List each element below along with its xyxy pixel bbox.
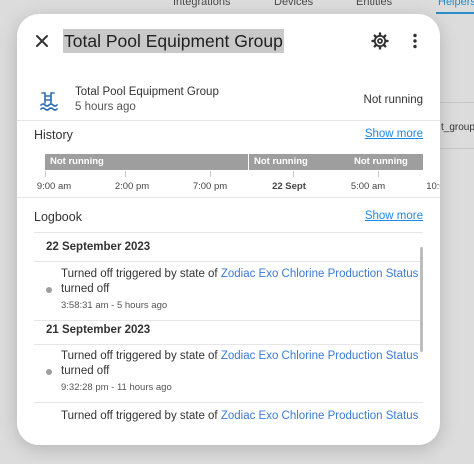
more-info-dialog: Total Pool Equipment Group Total Pool Eq… (17, 14, 440, 445)
tab-helpers[interactable]: Helpers (438, 0, 474, 8)
logbook-entry-time: 3:58:31 am - 5 hours ago (61, 300, 168, 311)
pool-icon (39, 90, 59, 112)
tab-entities[interactable]: Entities (356, 0, 392, 8)
logbook-divider (34, 344, 423, 345)
logbook-date-header: 22 September 2023 (46, 241, 151, 253)
axis-label: 5:00 am (350, 181, 386, 192)
logbook-show-more-link[interactable]: Show more (365, 210, 423, 222)
logbook-entity-link[interactable]: Zodiac Exo Chlorine Production Status (221, 410, 419, 422)
logbook-entry-suffix: turned off (61, 365, 110, 377)
background-tabs: Integrations Devices Entities Helpers (0, 0, 474, 14)
axis-tick (210, 171, 211, 177)
axis-label: 9:00 am (36, 181, 72, 192)
logbook-divider (34, 261, 423, 262)
logbook-divider (34, 320, 423, 321)
axis-tick (125, 171, 126, 177)
background-divider (440, 148, 474, 149)
axis-label: 7:00 pm (192, 181, 228, 192)
axis-tick (45, 171, 46, 177)
logbook-scrollbar[interactable] (420, 247, 423, 352)
logbook-divider (34, 232, 423, 233)
timeline-segment[interactable]: Not running (249, 154, 349, 170)
logbook-entity-link[interactable]: Zodiac Exo Chlorine Production Status (221, 350, 419, 362)
background-row-text[interactable]: t_group (441, 122, 474, 133)
entity-last-changed: 5 hours ago (75, 101, 136, 113)
entity-name: Total Pool Equipment Group (75, 86, 219, 98)
logbook-title: Logbook (34, 210, 82, 224)
history-title: History (34, 128, 73, 142)
logbook-date-header: 21 September 2023 (46, 324, 151, 336)
section-divider (17, 197, 440, 198)
logbook-entry-suffix: turned off (61, 283, 110, 295)
section-divider (17, 120, 440, 121)
logbook-entry-message: Turned off triggered by state of Zodiac … (61, 410, 419, 422)
tab-underline (436, 12, 474, 14)
gear-icon[interactable] (370, 31, 390, 51)
entity-state: Not running (363, 94, 423, 106)
timeline-segment[interactable]: Not running (349, 154, 423, 170)
entity-row[interactable]: Total Pool Equipment Group 5 hours ago N… (17, 84, 440, 120)
logbook-entry-message: Turned off triggered by state of Zodiac … (61, 350, 419, 362)
close-icon[interactable] (33, 32, 51, 50)
logbook-entity-link[interactable]: Zodiac Exo Chlorine Production Status (221, 268, 419, 280)
tab-integrations[interactable]: Integrations (173, 0, 230, 8)
dialog-title: Total Pool Equipment Group (63, 29, 284, 53)
logbook-entry-dot (46, 369, 52, 375)
logbook-entry-dot (46, 287, 52, 293)
logbook-list[interactable]: 22 September 2023 Turned off triggered b… (17, 232, 440, 445)
axis-label: 22 Sept (272, 181, 306, 192)
logbook-entry-message: Turned off triggered by state of Zodiac … (61, 268, 419, 280)
more-vertical-icon[interactable] (405, 31, 425, 51)
axis-tick (293, 171, 294, 177)
axis-tick (378, 171, 379, 177)
timeline-segment[interactable]: Not running (45, 154, 248, 170)
timeline-axis (45, 171, 423, 179)
logbook-divider (34, 402, 423, 403)
axis-label: 2:00 pm (114, 181, 150, 192)
history-show-more-link[interactable]: Show more (365, 128, 423, 140)
logbook-entry-time: 9:32:28 pm - 11 hours ago (61, 382, 172, 393)
axis-label: 10:00 am (426, 181, 440, 192)
tab-devices[interactable]: Devices (274, 0, 313, 8)
dialog-header: Total Pool Equipment Group (17, 14, 440, 68)
history-timeline: Not running Not running Not running (45, 154, 423, 170)
background-divider (440, 102, 474, 103)
logbook-fade (17, 423, 440, 445)
